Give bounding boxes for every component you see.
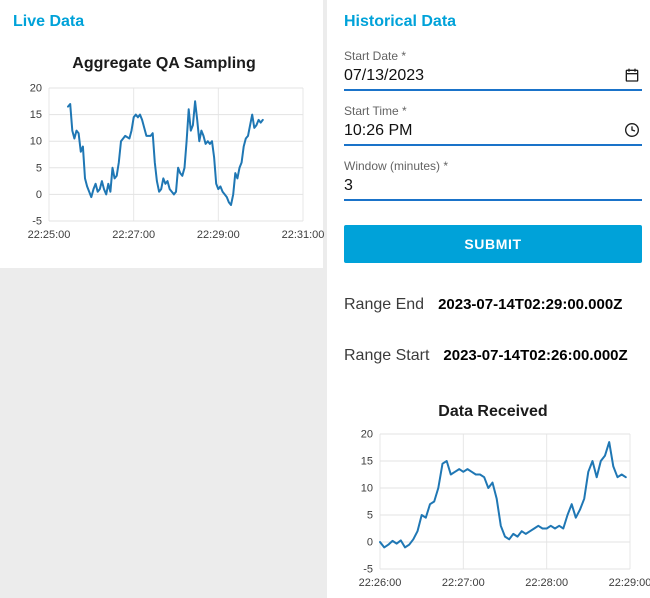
start-date-label: Start Date * xyxy=(344,49,407,63)
range-start-row: Range Start 2023-07-14T02:26:00.000Z xyxy=(344,347,642,365)
start-time-label: Start Time * xyxy=(344,104,407,118)
window-minutes-input[interactable] xyxy=(344,174,641,195)
svg-text:20: 20 xyxy=(361,429,373,441)
svg-text:-5: -5 xyxy=(363,564,373,576)
range-start-label: Range Start xyxy=(344,347,430,364)
window-minutes-label: Window (minutes) * xyxy=(344,159,449,173)
start-time-field: Start Time * xyxy=(344,104,642,146)
svg-text:5: 5 xyxy=(36,162,42,174)
historical-form: Start Date * Start Time * xyxy=(344,49,642,263)
svg-text:22:29:00: 22:29:00 xyxy=(609,577,650,589)
left-column: Live Data Aggregate QA Sampling -5 0 5 10 15… xyxy=(0,0,325,598)
start-time-control xyxy=(344,119,642,146)
svg-text:22:25:00: 22:25:00 xyxy=(28,229,71,241)
start-time-input[interactable] xyxy=(344,119,624,140)
svg-text:5: 5 xyxy=(367,510,373,522)
svg-text:22:29:00: 22:29:00 xyxy=(197,229,240,241)
svg-text:22:27:00: 22:27:00 xyxy=(112,229,155,241)
data-received-chart-container: -5 0 5 10 15 20 22:26:00 22:27:00 22:28:00 22:29:… xyxy=(344,427,650,595)
svg-text:20: 20 xyxy=(30,83,42,95)
start-date-input[interactable] xyxy=(344,64,624,85)
svg-text:0: 0 xyxy=(367,537,373,549)
range-end-label: Range End xyxy=(344,296,425,313)
live-chart-container: -5 0 5 10 15 20 22:25:00 22:27:00 22:29:00 22:31:… xyxy=(13,81,325,247)
svg-text:0: 0 xyxy=(36,189,42,201)
historical-data-panel: Historical Data Start Date * 07/13/2023 … xyxy=(327,0,650,598)
live-chart-title: Aggregate QA Sampling xyxy=(72,55,256,72)
svg-text:10: 10 xyxy=(30,136,42,148)
svg-text:22:26:00: 22:26:00 xyxy=(359,577,402,589)
window-minutes-control xyxy=(344,174,642,201)
data-received-chart-title: Data Received xyxy=(438,403,548,420)
svg-text:15: 15 xyxy=(30,109,42,121)
live-data-panel: Live Data Aggregate QA Sampling -5 0 5 10 15… xyxy=(0,0,325,268)
live-data-chart: -5 0 5 10 15 20 22:25:00 22:27:00 22:29:00 22:31:… xyxy=(28,83,325,242)
svg-text:10: 10 xyxy=(361,483,373,495)
submit-button[interactable]: SUBMIT xyxy=(344,225,642,263)
clock-icon[interactable] xyxy=(624,121,641,138)
start-date-control xyxy=(344,64,642,91)
svg-text:15: 15 xyxy=(361,456,373,468)
range-start-value: 2023-07-14T02:26:00.000Z xyxy=(443,347,628,364)
data-received-chart: -5 0 5 10 15 20 22:26:00 22:27:00 22:28:00 22:29:… xyxy=(359,429,650,590)
page: Live Data Aggregate QA Sampling -5 0 5 10 15… xyxy=(0,0,650,598)
svg-text:-5: -5 xyxy=(32,216,42,228)
live-data-heading: Live Data xyxy=(13,13,85,30)
svg-text:22:31:00: 22:31:00 xyxy=(282,229,325,241)
svg-text:22:27:00: 22:27:00 xyxy=(442,577,485,589)
start-date-field: Start Date * xyxy=(344,49,642,91)
range-end-row: Range End 2023-07-14T02:29:00.000Z xyxy=(344,296,642,314)
historical-data-heading: Historical Data xyxy=(344,13,457,30)
window-minutes-field: Window (minutes) * xyxy=(344,159,642,201)
range-end-value: 2023-07-14T02:29:00.000Z xyxy=(438,296,623,313)
svg-text:22:28:00: 22:28:00 xyxy=(525,577,568,589)
calendar-icon[interactable] xyxy=(624,66,641,83)
